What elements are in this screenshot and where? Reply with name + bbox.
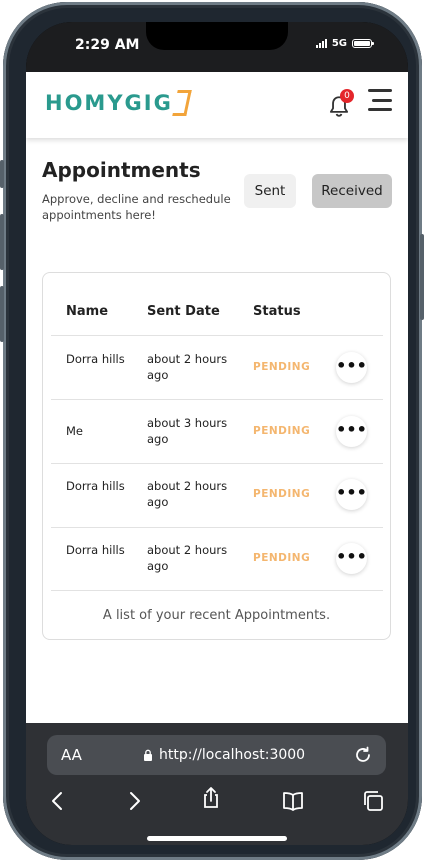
browser-toolbar: AA http://localhost:3000 xyxy=(26,723,408,845)
row-status-badge: PENDING xyxy=(253,488,311,500)
share-icon[interactable] xyxy=(199,786,223,810)
signal-icon xyxy=(315,39,327,48)
row-actions-button[interactable]: ••• xyxy=(336,479,367,510)
column-header-name: Name xyxy=(66,304,109,319)
page-subtitle: Approve, decline and reschedule appointm… xyxy=(42,192,231,222)
status-bar: 2:29 AM 5G xyxy=(26,22,408,72)
row-sent-date: about 3 hours ago xyxy=(147,416,228,446)
tab-received[interactable]: Received xyxy=(312,174,392,208)
status-indicators: 5G xyxy=(315,38,374,49)
silent-switch xyxy=(0,160,4,188)
forward-icon[interactable] xyxy=(122,789,146,813)
appointments-table-card: Name Sent Date Status Dorra hills about … xyxy=(42,272,391,640)
bookmarks-icon[interactable] xyxy=(281,789,305,813)
row-name: Me xyxy=(66,424,83,438)
row-status-badge: PENDING xyxy=(253,361,311,373)
table-caption: A list of your recent Appointments. xyxy=(102,608,331,623)
battery-icon xyxy=(352,39,374,48)
text-size-button[interactable]: AA xyxy=(61,746,82,764)
table-row: Me about 3 hours ago PENDING ••• xyxy=(51,400,383,464)
tab-sent[interactable]: Sent xyxy=(244,174,296,208)
page-title: Appointments xyxy=(42,158,201,182)
volume-up-button xyxy=(0,214,4,270)
table-header: Name Sent Date Status xyxy=(51,295,383,336)
notification-badge: 0 xyxy=(340,89,354,103)
row-status-badge: PENDING xyxy=(253,425,311,437)
web-page: HOMYGIG 0 Appointments Approve, decline … xyxy=(26,72,408,723)
homygig-logo[interactable]: HOMYGIG xyxy=(45,90,192,116)
column-header-status: Status xyxy=(253,304,301,319)
screen: 2:29 AM 5G HOMYGIG 0 Appointments Approv… xyxy=(26,22,408,845)
status-time: 2:29 AM xyxy=(75,37,140,53)
row-actions-button[interactable]: ••• xyxy=(336,416,367,447)
hamburger-menu-icon[interactable] xyxy=(368,89,392,111)
navbar: HOMYGIG 0 xyxy=(26,72,408,138)
row-name: Dorra hills xyxy=(66,479,125,493)
url-display[interactable]: http://localhost:3000 xyxy=(143,747,305,763)
home-indicator xyxy=(147,836,287,841)
logo-bracket-icon xyxy=(172,90,192,116)
row-sent-date: about 2 hours ago xyxy=(147,543,228,573)
row-sent-date: about 2 hours ago xyxy=(147,479,228,509)
column-header-sent-date: Sent Date xyxy=(147,304,220,319)
reload-icon[interactable] xyxy=(352,744,374,766)
url-text: http://localhost:3000 xyxy=(159,747,306,763)
row-status-badge: PENDING xyxy=(253,552,311,564)
row-actions-button[interactable]: ••• xyxy=(336,352,367,383)
power-button xyxy=(420,234,424,320)
row-actions-button[interactable]: ••• xyxy=(336,543,367,574)
table-row: Dorra hills about 2 hours ago PENDING ••… xyxy=(51,336,383,400)
camera-notch xyxy=(146,22,288,50)
volume-down-button xyxy=(0,286,4,342)
row-name: Dorra hills xyxy=(66,543,125,557)
address-bar[interactable]: AA http://localhost:3000 xyxy=(47,735,386,775)
network-label: 5G xyxy=(331,38,347,49)
phone-frame: 2:29 AM 5G HOMYGIG 0 Appointments Approv… xyxy=(0,2,424,860)
row-sent-date: about 2 hours ago xyxy=(147,352,228,382)
tabs-icon[interactable] xyxy=(361,789,385,813)
table-row: Dorra hills about 2 hours ago PENDING ••… xyxy=(51,464,383,528)
table-row: Dorra hills about 2 hours ago PENDING ••… xyxy=(51,527,383,591)
row-name: Dorra hills xyxy=(66,352,125,366)
logo-text: HOMYGIG xyxy=(45,91,173,115)
back-icon[interactable] xyxy=(46,789,70,813)
lock-icon xyxy=(144,749,152,761)
